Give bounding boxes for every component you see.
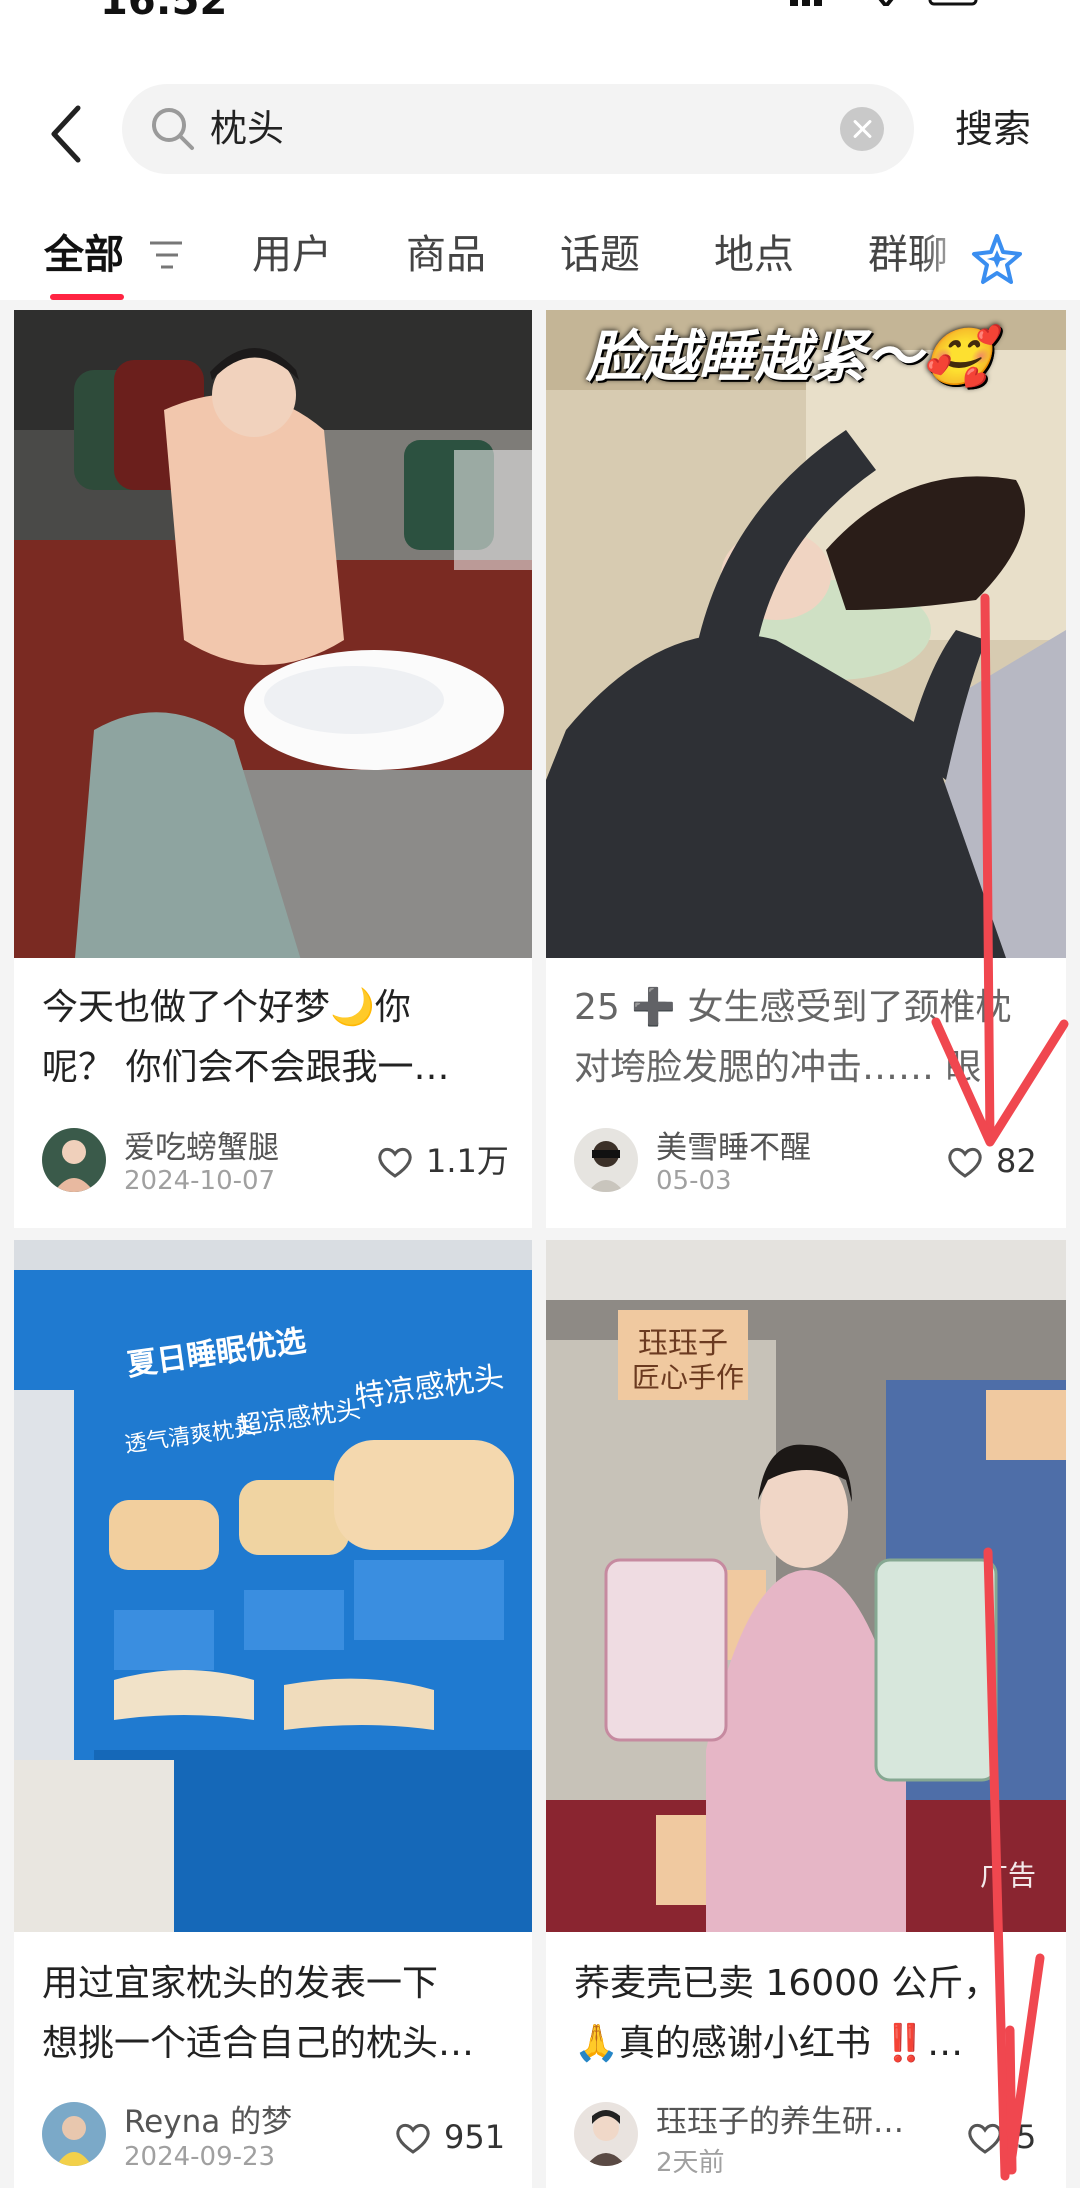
tab-places[interactable]: 地点 xyxy=(714,220,794,290)
search-input[interactable]: 枕头 xyxy=(122,84,914,174)
post-card[interactable]: 夏日睡眠优选 透气清爽枕头 超凉感枕头 特凉感枕头 用过宜家枕头的发表一下 想挑… xyxy=(14,1240,532,2188)
post-card[interactable]: 珏珏子 匠心手作 广告 荞麦壳已卖 16000 公斤， 🙏真的感谢小红书 ‼️…… xyxy=(546,1240,1066,2188)
heart-icon xyxy=(968,2123,1002,2154)
cover-photo-pillow-woman xyxy=(14,310,532,958)
post-title[interactable]: 今天也做了个好梦🌙你 呢？ 你们会不会跟我一… xyxy=(42,978,512,1098)
like-count: 5 xyxy=(1016,2118,1037,2156)
author-avatar[interactable] xyxy=(42,2102,106,2166)
tab-all[interactable]: 全部 xyxy=(44,220,124,290)
author-avatar[interactable] xyxy=(574,2102,638,2166)
post-title[interactable]: 用过宜家枕头的发表一下 想挑一个适合自己的枕头… xyxy=(42,1954,512,2074)
post-card[interactable]: 脸越睡越紧～🥰 25 ➕ 女生感受到了颈椎枕 对垮脸发腮的冲击…… 眼 美雪睡不… xyxy=(546,310,1066,1228)
post-date: 2天前 xyxy=(656,2148,725,2178)
like-button[interactable]: 82 xyxy=(946,1136,1056,1186)
post-cover-image[interactable]: 珏珏子 匠心手作 广告 xyxy=(546,1240,1066,1932)
active-tab-indicator xyxy=(50,294,124,300)
status-bar: 16:52 xyxy=(0,0,1080,40)
author-avatar[interactable] xyxy=(574,1128,638,1192)
heart-icon xyxy=(378,1147,412,1178)
search-icon xyxy=(152,108,194,150)
clear-search-icon[interactable] xyxy=(840,107,884,151)
like-count: 82 xyxy=(996,1142,1037,1180)
author-name[interactable]: 珏珏子的养生研… xyxy=(656,2096,904,2141)
cover-photo-sleeping-woman xyxy=(546,310,1066,958)
like-count: 1.1万 xyxy=(426,1142,509,1180)
post-date: 2024-10-07 xyxy=(124,1166,276,1196)
like-button[interactable]: 1.1万 xyxy=(376,1136,526,1186)
author-name[interactable]: Reyna 的梦 xyxy=(124,2096,292,2141)
post-cover-image[interactable]: 夏日睡眠优选 透气清爽枕头 超凉感枕头 特凉感枕头 xyxy=(14,1240,532,1932)
ad-label: 广告 xyxy=(979,1859,1036,1892)
post-cover-image[interactable]: 脸越睡越紧～🥰 xyxy=(546,310,1066,958)
cover-photo-buckwheat-pillows xyxy=(546,1240,1066,1932)
heart-icon xyxy=(948,1147,982,1178)
tab-users[interactable]: 用户 xyxy=(252,220,332,290)
back-arrow-icon[interactable] xyxy=(44,102,88,166)
like-count: 951 xyxy=(444,2118,506,2156)
search-query[interactable]: 枕头 xyxy=(210,84,284,174)
author-name[interactable]: 美雪睡不醒 xyxy=(656,1122,811,1167)
author-name[interactable]: 爱吃螃蟹腿 xyxy=(124,1122,279,1167)
tab-topics[interactable]: 话题 xyxy=(560,220,640,290)
ai-sparkle-icon[interactable] xyxy=(970,232,1024,286)
post-card[interactable]: 今天也做了个好梦🌙你 呢？ 你们会不会跟我一… 爱吃螃蟹腿 2024-10-07… xyxy=(14,310,532,1228)
cover-sign-text: 匠心手作 xyxy=(632,1361,745,1394)
tab-products[interactable]: 商品 xyxy=(406,220,486,290)
system-icons xyxy=(790,0,978,6)
post-title[interactable]: 荞麦壳已卖 16000 公斤， 🙏真的感谢小红书 ‼️… xyxy=(574,1954,1044,2074)
status-time: 16:52 xyxy=(100,0,228,24)
result-type-tabs: 全部 用户 商品 话题 地点 群聊 xyxy=(0,220,1080,300)
filter-icon[interactable] xyxy=(148,238,184,272)
like-button[interactable]: 5 xyxy=(966,2112,1056,2162)
like-button[interactable]: 951 xyxy=(394,2112,524,2162)
post-cover-image[interactable] xyxy=(14,310,532,958)
post-date: 2024-09-23 xyxy=(124,2142,276,2172)
author-avatar[interactable] xyxy=(42,1128,106,1192)
post-title[interactable]: 25 ➕ 女生感受到了颈椎枕 对垮脸发腮的冲击…… 眼 xyxy=(574,978,1044,1098)
cover-overlay-text: 脸越睡越紧～🥰 xyxy=(586,325,992,390)
search-button[interactable]: 搜索 xyxy=(955,84,1031,174)
heart-icon xyxy=(396,2123,430,2154)
post-date: 05-03 xyxy=(656,1166,732,1196)
search-header: 枕头 搜索 全部 用户 商品 话题 地点 群聊 xyxy=(0,40,1080,300)
